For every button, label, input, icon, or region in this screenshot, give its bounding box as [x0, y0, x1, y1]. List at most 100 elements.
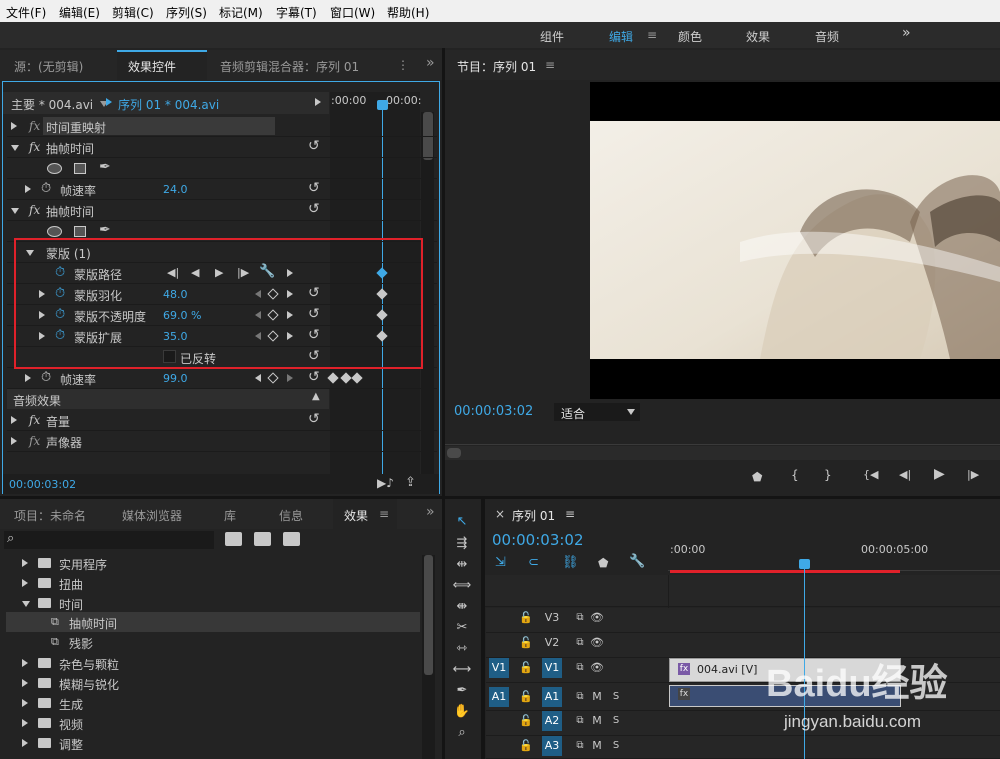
monitor-ruler[interactable]: [445, 431, 1000, 445]
nest-icon[interactable]: ⇲: [495, 555, 506, 570]
menu-window[interactable]: 窗口(W): [330, 4, 375, 21]
lock-icon[interactable]: 🔓: [516, 711, 536, 731]
tree-item-blur-sharpen[interactable]: 模糊与锐化: [59, 676, 119, 693]
collapse-icon[interactable]: [11, 208, 19, 214]
solo-button[interactable]: S: [606, 736, 626, 756]
track-name[interactable]: A3: [542, 736, 562, 756]
workspace-audio[interactable]: 音频: [815, 28, 839, 45]
stopwatch-icon[interactable]: ⏱: [41, 370, 51, 385]
rect-mask-icon[interactable]: [74, 163, 86, 174]
workspace-editing[interactable]: 编辑: [609, 28, 633, 45]
monitor-zoom-bar[interactable]: [445, 446, 1000, 460]
export-icon[interactable]: ⇪: [405, 475, 416, 490]
track-name[interactable]: V2: [542, 633, 562, 653]
scrollbar-track[interactable]: [422, 555, 435, 759]
expand-icon[interactable]: [22, 559, 28, 567]
tab-media-browser[interactable]: 媒体浏览器: [122, 507, 182, 524]
tab-project[interactable]: 项目：未命名: [14, 507, 86, 524]
reset-icon[interactable]: ↺: [308, 138, 320, 154]
pen-mask-icon[interactable]: ✒: [99, 222, 111, 238]
menu-marker[interactable]: 标记(M): [219, 4, 263, 21]
track-name[interactable]: A2: [542, 711, 562, 731]
expand-icon[interactable]: [11, 416, 17, 424]
32bit-effects-icon[interactable]: [254, 532, 271, 546]
hand-tool-icon[interactable]: ✋: [452, 704, 472, 722]
timeline-title[interactable]: 序列 01: [512, 507, 555, 524]
menu-edit[interactable]: 编辑(E): [59, 4, 100, 21]
tab-library[interactable]: 库: [224, 507, 236, 524]
fx-icon[interactable]: fx: [29, 140, 40, 154]
ellipse-mask-icon[interactable]: [47, 163, 62, 174]
tree-item-video[interactable]: 视频: [59, 716, 83, 733]
add-marker-icon[interactable]: ⬟: [598, 556, 608, 570]
rolling-edit-tool-icon[interactable]: ⟺: [452, 578, 472, 596]
work-area-bar[interactable]: [670, 570, 900, 573]
go-to-in-icon[interactable]: {◀: [863, 468, 878, 481]
lock-icon[interactable]: 🔓: [516, 608, 536, 628]
tab-source[interactable]: 源：(无剪辑): [14, 58, 83, 75]
add-keyframe-icon[interactable]: [267, 372, 279, 384]
expand-icon[interactable]: [25, 374, 31, 382]
workspace-effects[interactable]: 效果: [746, 28, 770, 45]
marker-icon[interactable]: ⬟: [752, 470, 762, 484]
framerate-value[interactable]: 99.0: [163, 372, 188, 385]
framerate-value[interactable]: 24.0: [163, 183, 188, 196]
panel-divider[interactable]: [481, 499, 485, 759]
current-timecode[interactable]: 00:00:03:02: [9, 478, 76, 491]
timeline-timecode[interactable]: 00:00:03:02: [492, 531, 584, 549]
mark-out-icon[interactable]: }: [824, 468, 832, 482]
timeline-ruler[interactable]: [668, 557, 1000, 571]
ripple-edit-tool-icon[interactable]: ⇹: [452, 557, 472, 575]
tree-item-adjust[interactable]: 调整: [59, 736, 83, 753]
menu-clip[interactable]: 剪辑(C): [112, 4, 154, 21]
panel-divider[interactable]: [442, 48, 445, 759]
panel-menu-icon[interactable]: ≡: [379, 507, 389, 521]
slide-tool-icon[interactable]: ⟷: [452, 662, 472, 680]
show-timeline-icon[interactable]: [315, 98, 321, 106]
reset-icon[interactable]: ↺: [308, 180, 320, 196]
next-keyframe-icon[interactable]: [287, 374, 293, 382]
panel-menu-icon[interactable]: ≡: [545, 58, 555, 72]
fx-icon[interactable]: fx: [29, 203, 40, 217]
tree-item-echo[interactable]: 残影: [69, 635, 93, 652]
eye-icon[interactable]: 👁: [587, 608, 607, 628]
workspace-menu-icon[interactable]: ≡: [647, 28, 657, 42]
scrollbar-thumb[interactable]: [424, 555, 433, 675]
panel-more-icon[interactable]: »: [426, 504, 435, 520]
play-icon[interactable]: ▶: [934, 466, 945, 482]
effects-search-input[interactable]: ⌕: [4, 531, 214, 549]
reset-icon[interactable]: ↺: [308, 411, 320, 427]
solo-button[interactable]: S: [606, 711, 626, 731]
accelerated-effects-icon[interactable]: [225, 532, 242, 546]
video-frame[interactable]: [590, 82, 1000, 399]
expand-icon[interactable]: [22, 719, 28, 727]
expand-icon[interactable]: [22, 739, 28, 747]
zoom-select[interactable]: 适合: [554, 403, 640, 421]
step-forward-icon[interactable]: |▶: [967, 468, 979, 481]
program-title[interactable]: 节目：序列 01: [457, 58, 536, 75]
expand-icon[interactable]: [25, 185, 31, 193]
solo-button[interactable]: S: [606, 687, 626, 707]
panel-more-icon[interactable]: »: [426, 55, 435, 71]
tab-info[interactable]: 信息: [279, 507, 303, 524]
mute-button[interactable]: M: [587, 711, 607, 731]
track-name[interactable]: A1: [542, 687, 562, 707]
mark-in-icon[interactable]: {: [791, 468, 799, 482]
reset-icon[interactable]: ↺: [308, 369, 320, 385]
sequence-clip-label[interactable]: 序列 01 * 004.avi: [118, 96, 219, 113]
source-patch[interactable]: V1: [489, 658, 509, 678]
lock-icon[interactable]: 🔓: [516, 687, 536, 707]
ellipse-mask-icon[interactable]: [47, 226, 62, 237]
slip-tool-icon[interactable]: ⇿: [452, 641, 472, 659]
expand-icon[interactable]: [22, 679, 28, 687]
linked-selection-icon[interactable]: ⛓: [562, 555, 579, 570]
overflow-icon[interactable]: ⋮: [397, 58, 409, 72]
play-audio-icon[interactable]: ▶♪: [377, 476, 394, 490]
workspace-color[interactable]: 颜色: [678, 28, 702, 45]
menu-file[interactable]: 文件(F): [6, 4, 46, 21]
tab-effect-controls[interactable]: 效果控件: [128, 58, 176, 75]
stopwatch-icon[interactable]: ⏱: [41, 181, 51, 196]
expand-icon[interactable]: [22, 579, 28, 587]
workspace-assembly[interactable]: 组件: [540, 28, 564, 45]
fx-icon[interactable]: fx: [29, 119, 40, 133]
